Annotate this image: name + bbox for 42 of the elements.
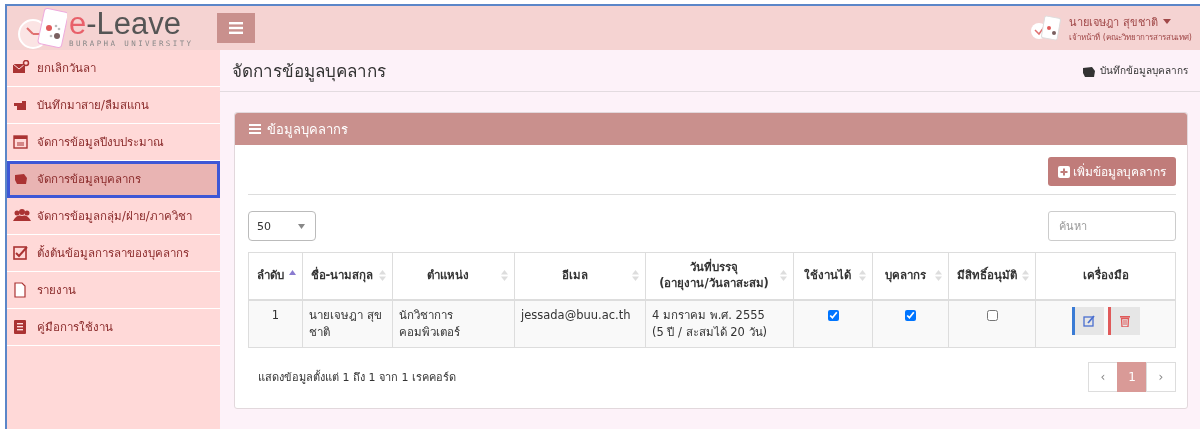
sidebar-item[interactable]: รายงาน bbox=[7, 272, 220, 309]
user-role: เจ้าหน้าที่ (คณะวิทยาการสารสนเทศ) bbox=[1069, 31, 1192, 44]
table-cell: 4 มกราคม พ.ศ. 2555 (5 ปี / สะสมได้ 20 วัน) bbox=[645, 299, 794, 348]
checkbox[interactable] bbox=[905, 309, 916, 321]
delete-button[interactable] bbox=[1107, 306, 1140, 335]
page-title: จัดการข้อมูลบุคลากร bbox=[232, 60, 386, 84]
sidebar-item[interactable]: ตั้งต้นข้อมูลการลาของบุคลากร bbox=[7, 235, 220, 272]
panel-title: ข้อมูลบุคลากร bbox=[267, 120, 348, 140]
search-field[interactable]: ค้นหา bbox=[1048, 211, 1176, 241]
sidebar-item[interactable]: คู่มือการใช้งาน bbox=[7, 309, 220, 346]
menu-icon bbox=[229, 22, 243, 34]
users-icon bbox=[13, 208, 31, 224]
sidebar-item[interactable]: จัดการข้อมูลบุคลากร bbox=[7, 161, 220, 198]
table-cell: นายเจษฎา สุข ชาติ bbox=[302, 299, 393, 348]
sidebar-item[interactable]: บันทึกมาสาย/ลืมสแกน bbox=[7, 87, 220, 124]
breadcrumb: บันทึกข้อมูลบุคลากร bbox=[1100, 64, 1188, 78]
calendar-avatar-icon bbox=[1029, 14, 1064, 42]
calendar-icon bbox=[13, 134, 31, 150]
trash-icon bbox=[1120, 314, 1130, 327]
column-header[interactable]: ลำดับ bbox=[255, 268, 285, 284]
user-menu[interactable]: นายเจษฎา สุขชาติ bbox=[1069, 12, 1192, 31]
edit-button[interactable] bbox=[1071, 306, 1104, 335]
checkbox[interactable] bbox=[827, 309, 839, 321]
caret-icon bbox=[298, 223, 305, 229]
caret-icon bbox=[1162, 19, 1171, 24]
envelope-icon bbox=[13, 60, 31, 76]
table-cell: 1 bbox=[248, 299, 303, 348]
column-header: เครื่องมือ bbox=[1081, 268, 1130, 284]
page-size-select[interactable]: 50 bbox=[248, 211, 316, 241]
page-button[interactable]: › bbox=[1146, 362, 1176, 392]
checkbox-icon bbox=[13, 245, 31, 261]
table-cell: นักวิชาการ คอมพิวเตอร์ bbox=[392, 299, 515, 348]
menu-button[interactable] bbox=[217, 13, 255, 43]
checkbox[interactable] bbox=[986, 309, 998, 321]
table-cell: jessada@buu.ac.th bbox=[514, 299, 646, 348]
edit-icon bbox=[1083, 314, 1095, 327]
sidebar-item[interactable]: จัดการข้อมูลกลุ่ม/ฝ่าย/ภาควิชา bbox=[7, 198, 220, 235]
logo-text: e-Leave bbox=[69, 8, 182, 40]
table-info: แสดงข้อมูลตั้งแต่ 1 ถึง 1 จาก 1 เรคคอร์ด bbox=[257, 369, 456, 386]
list-icon bbox=[249, 124, 261, 134]
plus-icon bbox=[1058, 165, 1070, 178]
sidebar-item[interactable]: ยกเลิกวันลา bbox=[7, 50, 220, 87]
